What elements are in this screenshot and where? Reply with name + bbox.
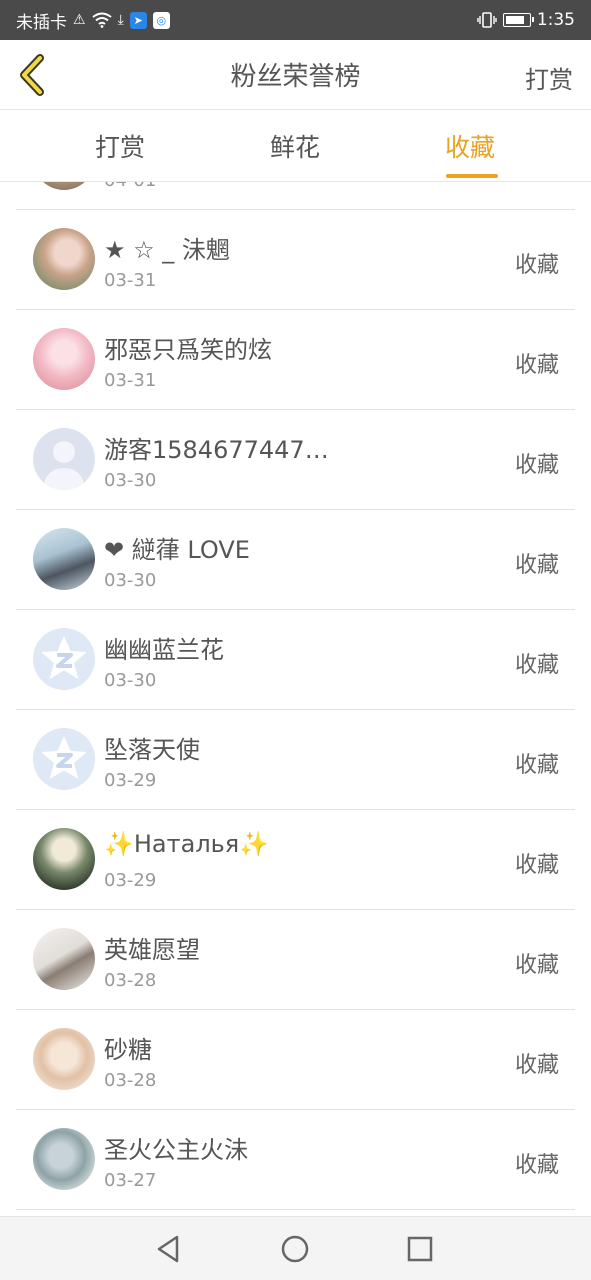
triangle-back-icon — [157, 1235, 179, 1263]
fan-action-label: 收藏 — [514, 253, 559, 278]
photo-avatar[interactable] — [33, 228, 95, 290]
list-item[interactable]: 坠落天使 03-29 收藏 — [16, 710, 575, 810]
photo-avatar[interactable] — [33, 828, 95, 890]
fan-name: 邪惡只爲笑的炫 — [104, 336, 272, 364]
list-item[interactable]: 幽幽蓝兰花 03-30 收藏 — [16, 610, 575, 710]
nav-home-button[interactable] — [279, 1233, 311, 1265]
list-item[interactable]: 圣火公主火沬 03-27 收藏 — [16, 1110, 575, 1210]
photo-avatar[interactable] — [33, 1028, 95, 1090]
download-icon: ⤓ — [117, 12, 124, 28]
fan-action-label: 收藏 — [514, 953, 559, 978]
circle-home-icon — [281, 1235, 309, 1263]
fan-action-label: 收藏 — [514, 753, 559, 778]
fan-date: 04-01 — [104, 182, 156, 191]
fan-name: ★ ☆ _ 沬魍 — [104, 236, 230, 264]
battery-icon — [502, 13, 534, 27]
fan-date: 03-30 — [104, 670, 157, 691]
app-notification-icon-2: ◎ — [152, 11, 170, 29]
tab-bar: 打赏 鲜花 收藏 — [0, 110, 591, 182]
fan-name: 游客1584677447… — [104, 436, 329, 464]
nav-recents-button[interactable] — [404, 1233, 436, 1265]
fan-action-label: 收藏 — [514, 453, 559, 478]
clock-text: 1:35 — [536, 10, 575, 30]
tab-label: 鲜花 — [269, 133, 320, 162]
status-bar: 未插卡 ⚠ ⤓ ➤ ◎ 1:35 — [0, 0, 591, 40]
sim-alert-icon: ⚠ — [73, 12, 86, 28]
default-person-avatar[interactable] — [33, 428, 95, 490]
system-nav-bar — [0, 1216, 591, 1280]
fan-date: 03-29 — [104, 770, 157, 791]
fan-name: 幽幽蓝兰花 — [104, 636, 224, 664]
fan-name: ❤ 縌葎 LOVE — [104, 536, 250, 564]
fan-name: 坠落天使 — [104, 736, 200, 764]
fan-name: 英雄愿望 — [104, 936, 200, 964]
app-notification-icon: ➤ — [129, 11, 147, 29]
fan-action-label: 收藏 — [514, 853, 559, 878]
fan-name: ✨Наталья✨ — [104, 830, 270, 858]
list-item[interactable]: 英雄愿望 03-28 收藏 — [16, 910, 575, 1010]
header: 粉丝荣誉榜 打赏 — [0, 40, 591, 110]
square-recents-icon — [407, 1236, 433, 1262]
carrier-text: 未插卡 — [16, 12, 67, 33]
list-item[interactable]: 游客1584677447… 03-30 收藏 — [16, 410, 575, 510]
list-item[interactable]: ✨Наталья✨ 03-29 收藏 — [16, 810, 575, 910]
tab-favorites[interactable]: 收藏 — [420, 110, 520, 182]
fan-action-label: 收藏 — [514, 653, 559, 678]
fan-date: 03-30 — [104, 470, 157, 491]
page-title: 粉丝荣誉榜 — [230, 62, 361, 92]
wifi-icon — [91, 12, 112, 28]
chevron-left-icon — [20, 54, 44, 96]
fan-action-label: 收藏 — [514, 353, 559, 378]
tab-flowers[interactable]: 鲜花 — [245, 110, 345, 182]
fan-name: 圣火公主火沬 — [104, 1136, 248, 1164]
list-item[interactable]: ❤ 縌葎 LOVE 03-30 收藏 — [16, 510, 575, 610]
tip-button[interactable]: 打赏 — [525, 60, 573, 95]
list-item[interactable]: ★ ☆ _ 沬魍 03-31 收藏 — [16, 210, 575, 310]
active-tab-indicator — [446, 174, 498, 178]
list-item[interactable]: 04-01收藏 — [16, 182, 575, 210]
fan-date: 03-31 — [104, 270, 157, 291]
list-item[interactable]: 邪惡只爲笑的炫 03-31 收藏 — [16, 310, 575, 410]
qzone-star-avatar[interactable] — [33, 628, 95, 690]
list-item[interactable]: 砂糖 03-28 收藏 — [16, 1010, 575, 1110]
fan-date: 03-28 — [104, 970, 157, 991]
back-button[interactable] — [14, 54, 54, 96]
fan-date: 03-29 — [104, 870, 157, 891]
fan-date: 03-28 — [104, 1070, 157, 1091]
anime-avatar[interactable] — [33, 328, 95, 390]
tab-label: 收藏 — [444, 133, 495, 162]
vibrate-icon — [477, 11, 497, 29]
photo-avatar[interactable] — [33, 182, 95, 190]
photo-avatar[interactable] — [33, 928, 95, 990]
photo-avatar[interactable] — [33, 528, 95, 590]
qzone-star-avatar[interactable] — [33, 728, 95, 790]
fan-date: 03-31 — [104, 370, 157, 391]
fan-action-label: 收藏 — [514, 1053, 559, 1078]
tab-tip[interactable]: 打赏 — [70, 110, 170, 182]
tab-label: 打赏 — [94, 133, 145, 162]
photo-avatar[interactable] — [33, 1128, 95, 1190]
fan-action-label: 收藏 — [514, 1153, 559, 1178]
fan-date: 03-30 — [104, 570, 157, 591]
nav-back-button[interactable] — [153, 1233, 185, 1265]
fan-list[interactable]: 04-01收藏★ ☆ _ 沬魍03-31收藏邪惡只爲笑的炫03-31收藏游客15… — [0, 182, 591, 1216]
fan-date: 03-27 — [104, 1170, 157, 1191]
fan-name: 砂糖 — [104, 1036, 152, 1064]
fan-action-label: 收藏 — [514, 553, 559, 578]
